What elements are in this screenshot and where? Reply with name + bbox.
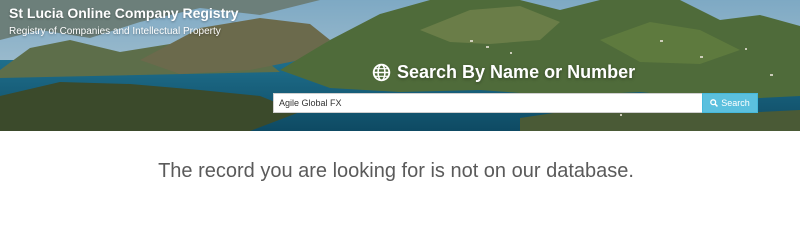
- search-button[interactable]: Search: [702, 93, 758, 113]
- search-heading-text: Search By Name or Number: [397, 62, 636, 82]
- search-icon: [710, 99, 719, 107]
- not-found-message: The record you are looking for is not on…: [158, 160, 634, 182]
- search-form: Search: [273, 93, 758, 113]
- site-subtitle: Registry of Companies and Intellectual P…: [9, 26, 221, 37]
- site-brand: St Lucia Online Company Registry Registr…: [9, 4, 239, 39]
- search-button-label: Search: [721, 98, 750, 108]
- site-title[interactable]: St Lucia Online Company Registry: [9, 4, 239, 22]
- search-heading: Search By Name or Number: [372, 61, 635, 83]
- search-input[interactable]: [273, 93, 702, 113]
- globe-icon: [372, 63, 391, 81]
- hero-banner: St Lucia Online Company Registry Registr…: [0, 0, 800, 131]
